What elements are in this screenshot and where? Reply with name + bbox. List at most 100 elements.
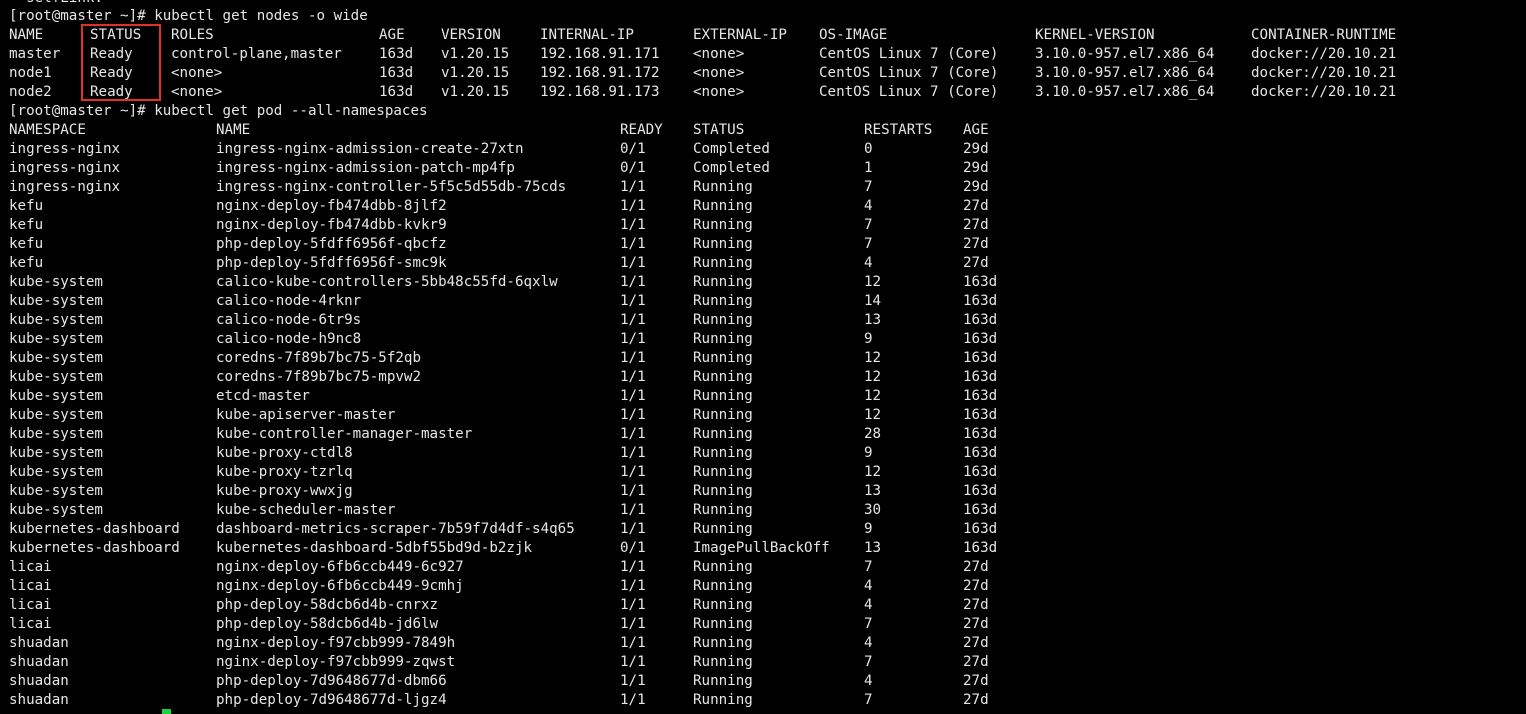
pod-age-cell: 163d: [963, 483, 998, 499]
pod-namespace-cell: kefu: [9, 236, 44, 252]
node-container-runtime-cell: docker://20.10.21: [1251, 84, 1397, 100]
pod-restarts-cell: 7: [864, 559, 873, 575]
pod-status-cell: Running: [693, 179, 753, 195]
pod-ready-cell: 1/1: [620, 464, 646, 480]
table-row: shuadan nginx-deploy-f97cbb999-zqwst 1/1 Ru…: [0, 653, 1526, 672]
header-node-version-cell: VERSION: [441, 27, 501, 43]
pod-status-cell: Running: [693, 293, 753, 309]
pod-namespace-cell: kube-system: [9, 502, 103, 518]
pod-age-cell: 29d: [963, 160, 989, 176]
node-version-cell: v1.20.15: [441, 65, 510, 81]
node-kernel-version-cell: 3.10.0-957.el7.x86_64: [1035, 65, 1215, 81]
table-row: licai php-deploy-58dcb6d4b-cnrxz 1/1 Runnin…: [0, 596, 1526, 615]
table-row: node1 Ready <none> 163d v1.20.15 192.168.91.1…: [0, 64, 1526, 83]
pod-name-cell: nginx-deploy-fb474dbb-8jlf2: [216, 198, 447, 214]
terminal-window[interactable]: selfLink: [root@master ~]# kubectl get n…: [0, 0, 1526, 714]
pod-name-cell: calico-kube-controllers-5bb48c55fd-6qxlw: [216, 274, 558, 290]
terminal-prompt-line: [root@master ~]# kubectl get nodes -o wi…: [0, 7, 1526, 26]
pod-ready-cell: 1/1: [620, 388, 646, 404]
pod-age-cell: 27d: [963, 559, 989, 575]
table-row: ingress-nginx ingress-nginx-controller-5f…: [0, 178, 1526, 197]
pod-namespace-cell: licai: [9, 578, 52, 594]
pod-ready-cell: 1/1: [620, 559, 646, 575]
pod-namespace-cell: kube-system: [9, 388, 103, 404]
table-row: kube-system kube-apiserver-master 1/1 Runni…: [0, 406, 1526, 425]
pod-name-cell: coredns-7f89b7bc75-5f2qb: [216, 350, 421, 366]
table-row: kube-system kube-proxy-tzrlq 1/1 Running 12 1…: [0, 463, 1526, 482]
pod-namespace-cell: licai: [9, 616, 52, 632]
pod-age-cell: 163d: [963, 521, 998, 537]
table-row: master Ready control-plane,master 163d v1.20…: [0, 45, 1526, 64]
node-internal-ip-cell: 192.168.91.172: [540, 65, 660, 81]
pod-name-cell: calico-node-4rknr: [216, 293, 362, 309]
pod-status-cell: Running: [693, 369, 753, 385]
pod-restarts-cell: 7: [864, 692, 873, 708]
command-text: [root@master ~]# kubectl get nodes -o wi…: [9, 8, 368, 24]
pod-status-cell: Running: [693, 635, 753, 651]
pod-name-cell: calico-node-h9nc8: [216, 331, 362, 347]
header-node-container-runtime-cell: CONTAINER-RUNTIME: [1251, 27, 1397, 43]
pod-name-cell: ingress-nginx-controller-5f5c5d55db-75cd…: [216, 179, 567, 195]
pod-name-cell: ingress-nginx-admission-patch-mp4fp: [216, 160, 515, 176]
header-node-age-cell: AGE: [379, 27, 405, 43]
header-pod-age-cell: AGE: [963, 122, 989, 138]
table-row: shuadan nginx-deploy-f97cbb999-7849h 1/1 Ru…: [0, 634, 1526, 653]
pod-age-cell: 163d: [963, 274, 998, 290]
node-name-cell: node1: [9, 65, 52, 81]
pod-restarts-cell: 7: [864, 654, 873, 670]
pod-name-cell: dashboard-metrics-scraper-7b59f7d4df-s4q…: [216, 521, 575, 537]
pod-restarts-cell: 12: [864, 464, 882, 480]
pod-restarts-cell: 9: [864, 445, 873, 461]
pod-namespace-cell: licai: [9, 597, 52, 613]
pod-namespace-cell: kube-system: [9, 331, 103, 347]
pod-ready-cell: 1/1: [620, 331, 646, 347]
pod-status-cell: Running: [693, 426, 753, 442]
pod-ready-cell: 0/1: [620, 160, 646, 176]
table-row: licai nginx-deploy-6fb6ccb449-9cmhj 1/1 Run…: [0, 577, 1526, 596]
node-age-cell: 163d: [379, 84, 414, 100]
pod-age-cell: 163d: [963, 502, 998, 518]
pod-restarts-cell: 7: [864, 616, 873, 632]
pod-ready-cell: 1/1: [620, 654, 646, 670]
pod-namespace-cell: kube-system: [9, 293, 103, 309]
terminal-prompt-line: [root@master ~]# kubectl get pod --all-n…: [0, 102, 1526, 121]
pod-namespace-cell: ingress-nginx: [9, 141, 121, 157]
table-row: kube-system kube-proxy-wwxjg 1/1 Running 13 1…: [0, 482, 1526, 501]
pod-status-cell: Running: [693, 331, 753, 347]
pod-status-cell: Running: [693, 483, 753, 499]
pod-name-cell: kube-proxy-wwxjg: [216, 483, 353, 499]
pod-age-cell: 163d: [963, 293, 998, 309]
pod-status-cell: Running: [693, 559, 753, 575]
pod-status-cell: Completed: [693, 141, 770, 157]
table-row: ingress-nginx ingress-nginx-admission-cre…: [0, 140, 1526, 159]
pod-name-cell: ingress-nginx-admission-create-27xtn: [216, 141, 524, 157]
pod-restarts-cell: 4: [864, 255, 873, 271]
pod-status-cell: ImagePullBackOff: [693, 540, 830, 556]
pod-namespace-cell: kube-system: [9, 312, 103, 328]
pod-ready-cell: 1/1: [620, 407, 646, 423]
pod-age-cell: 27d: [963, 236, 989, 252]
pod-restarts-cell: 1: [864, 160, 873, 176]
pod-namespace-cell: ingress-nginx: [9, 160, 121, 176]
header-node-os-image-cell: OS-IMAGE: [819, 27, 888, 43]
pod-ready-cell: 1/1: [620, 198, 646, 214]
pod-name-cell: kubernetes-dashboard-5dbf55bd9d-b2zjk: [216, 540, 533, 556]
pod-namespace-cell: kefu: [9, 217, 44, 233]
pod-ready-cell: 1/1: [620, 521, 646, 537]
table-row: kube-system coredns-7f89b7bc75-5f2qb 1/1 Ru…: [0, 349, 1526, 368]
pod-name-cell: php-deploy-5fdff6956f-smc9k: [216, 255, 447, 271]
pod-age-cell: 27d: [963, 597, 989, 613]
pod-name-cell: nginx-deploy-6fb6ccb449-6c927: [216, 559, 464, 575]
pod-ready-cell: 1/1: [620, 502, 646, 518]
pod-restarts-cell: 9: [864, 521, 873, 537]
pod-age-cell: 27d: [963, 654, 989, 670]
pod-namespace-cell: kube-system: [9, 464, 103, 480]
node-roles-cell: <none>: [171, 84, 223, 100]
pod-ready-cell: 0/1: [620, 141, 646, 157]
pod-age-cell: 163d: [963, 540, 998, 556]
node-version-cell: v1.20.15: [441, 84, 510, 100]
pod-name-cell: php-deploy-5fdff6956f-qbcfz: [216, 236, 447, 252]
pod-age-cell: 27d: [963, 692, 989, 708]
pod-ready-cell: 1/1: [620, 217, 646, 233]
pod-namespace-cell: kube-system: [9, 445, 103, 461]
